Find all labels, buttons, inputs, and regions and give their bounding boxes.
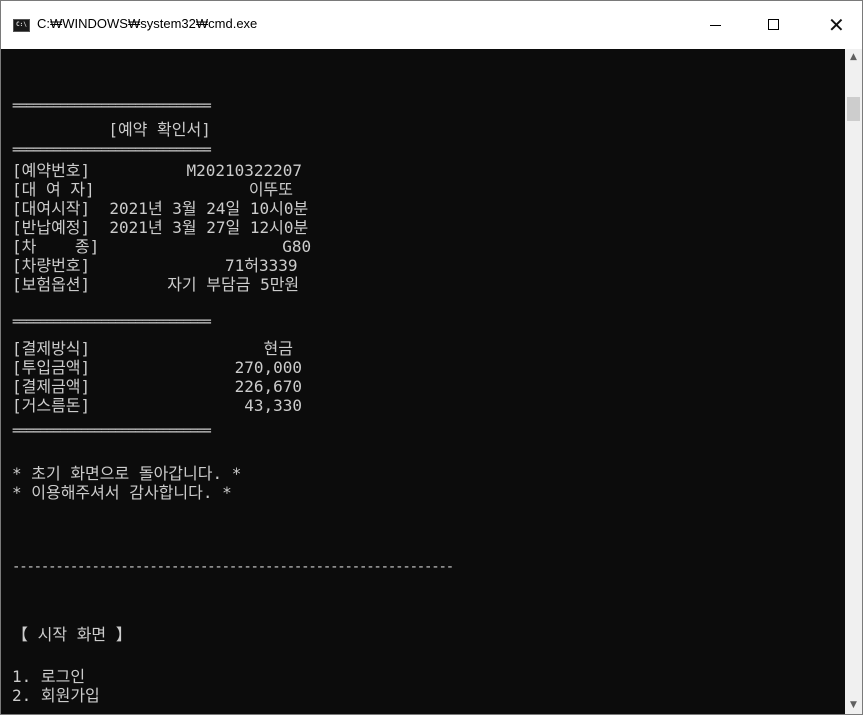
window-title: C:₩WINDOWS₩system32₩cmd.exe xyxy=(37,16,258,31)
amount-paid-row: [결제금액] 226,670 xyxy=(12,377,303,396)
return-due-row: [반납예정] 2021년 3월 27일 12시0분 xyxy=(12,218,309,237)
amount-inserted-row: [투입금액] 270,000 xyxy=(12,358,303,377)
minimize-button[interactable] xyxy=(693,1,739,49)
cmd-icon[interactable]: C:\ xyxy=(13,19,30,32)
change-row: [거스름돈] 43,330 xyxy=(12,396,303,415)
close-icon: ✕ xyxy=(828,13,845,37)
renter-row: [대 여 자] 이뚜또 xyxy=(12,180,293,199)
title-bar[interactable]: C:\ C:₩WINDOWS₩system32₩cmd.exe ✕ xyxy=(1,1,862,49)
receipt-title: [예약 확인서] xyxy=(12,120,211,139)
return-home-message: * 초기 화면으로 돌아갑니다. * xyxy=(12,464,242,483)
car-model-row: [차 종] G80 xyxy=(12,237,312,256)
scroll-down-icon[interactable]: ▼ xyxy=(845,697,862,714)
separator-line: ============================= xyxy=(12,314,212,330)
car-number-row: [차량번호] 71허3339 xyxy=(12,256,298,275)
menu-item-login: 1. 로그인 xyxy=(12,667,86,686)
maximize-button[interactable] xyxy=(751,1,797,49)
separator-line: ============================= xyxy=(12,423,212,439)
thank-you-message: * 이용해주셔서 감사합니다. * xyxy=(12,483,232,502)
start-screen-title: 【 시작 화면 】 xyxy=(12,625,132,644)
scroll-up-icon[interactable]: ▲ xyxy=(845,49,862,66)
cmd-prompt-glyph: C:\ xyxy=(16,21,27,28)
minimize-icon xyxy=(710,25,721,26)
rental-start-row: [대여시작] 2021년 3월 24일 10시0분 xyxy=(12,199,309,218)
reservation-number-row: [예약번호] M20210322207 xyxy=(12,161,303,180)
separator-line: ============================= xyxy=(12,142,212,158)
cmd-window: C:\ C:₩WINDOWS₩system32₩cmd.exe ✕ ======… xyxy=(0,0,863,715)
separator-line: ============================= xyxy=(12,98,212,114)
scroll-thumb[interactable] xyxy=(847,97,860,121)
maximize-icon xyxy=(768,19,779,30)
close-button[interactable]: ✕ xyxy=(814,1,860,49)
dash-separator: ----------------------------------------… xyxy=(12,559,454,575)
payment-method-row: [결제방식] 현금 xyxy=(12,339,293,358)
menu-item-signup: 2. 회원가입 xyxy=(12,686,100,705)
vertical-scrollbar[interactable]: ▲ ▼ xyxy=(845,49,862,714)
insurance-option-row: [보험옵션] 자기 부담금 5만원 xyxy=(12,275,300,294)
console-output[interactable]: ============================= [예약 확인서] =… xyxy=(1,49,845,714)
